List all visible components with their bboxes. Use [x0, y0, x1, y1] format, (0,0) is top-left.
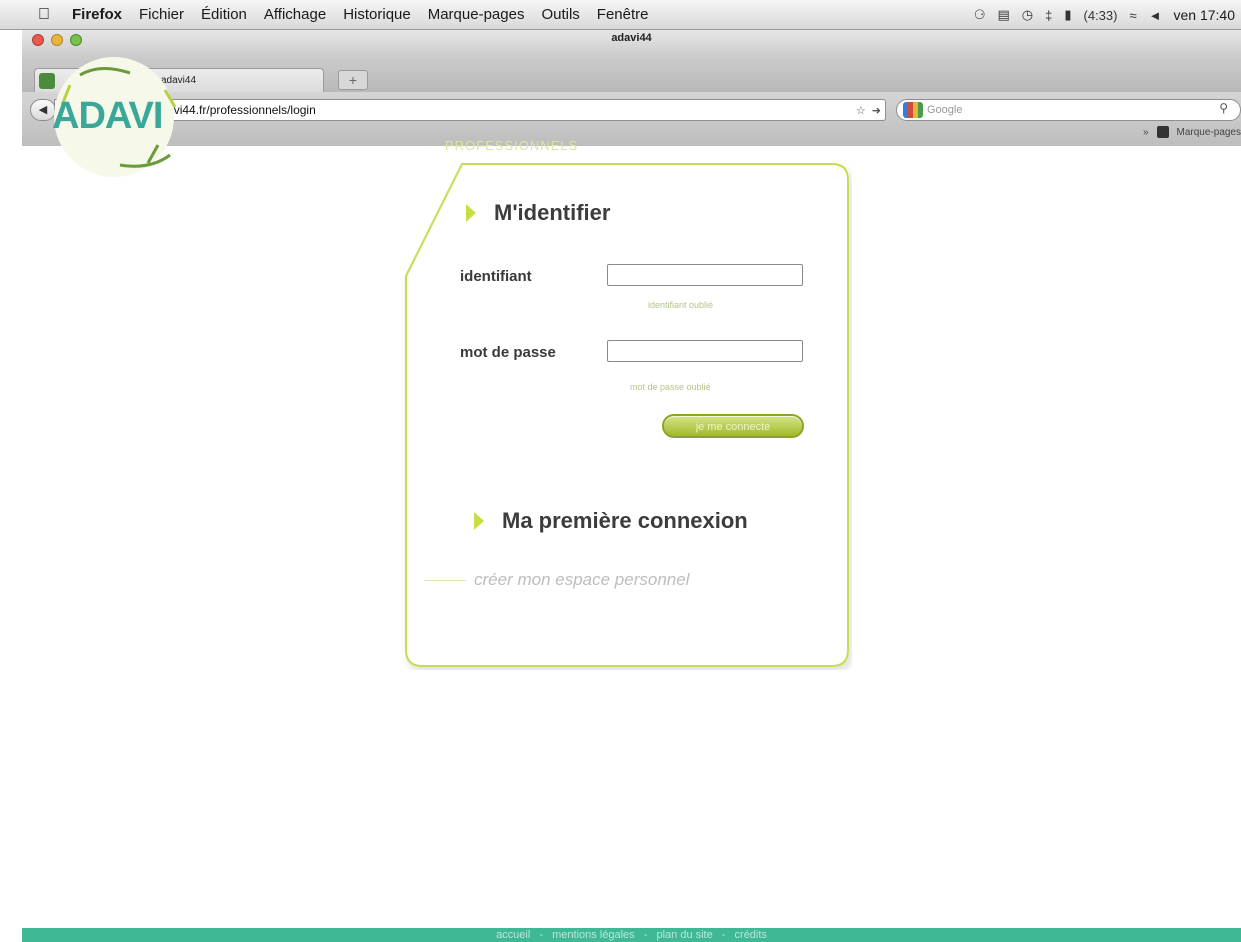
password-label: mot de passe	[460, 344, 556, 361]
first-connection-heading-text: Ma première connexion	[502, 508, 748, 533]
login-heading-text: M'identifier	[494, 200, 611, 225]
login-submit-button[interactable]: je me connecte	[662, 414, 804, 438]
google-icon[interactable]	[903, 102, 923, 118]
footer: accueil - mentions légales - plan du sit…	[22, 928, 1241, 942]
menu-edition[interactable]: Édition	[201, 6, 247, 23]
window-title: adavi44	[611, 32, 652, 44]
bookmarks-toggle-icon[interactable]: »	[1143, 127, 1149, 138]
menu-historique[interactable]: Historique	[343, 6, 411, 23]
search-placeholder: Google	[927, 104, 963, 116]
adavi-logo[interactable]: ADAVI	[40, 45, 190, 185]
create-account-link[interactable]: créer mon espace personnel	[474, 570, 689, 590]
time-machine-icon[interactable]: ◷	[1022, 7, 1033, 23]
identifiant-label: identifiant	[460, 268, 532, 285]
battery-time: (4:33)	[1083, 7, 1118, 23]
wifi-icon[interactable]: ≈	[1129, 8, 1136, 23]
menu-marque-pages[interactable]: Marque-pages	[428, 6, 525, 23]
password-forgot-link[interactable]: mot de passe oublié	[630, 382, 711, 392]
section-label: PROFESSIONNELS	[445, 138, 579, 153]
url-actions: ☆ ➜	[856, 100, 881, 120]
footer-link-credits[interactable]: crédits	[735, 929, 767, 941]
heading-arrow-icon	[466, 204, 476, 222]
heading-arrow-icon	[474, 512, 484, 530]
sync-icon[interactable]: ⚆	[974, 7, 986, 23]
bluetooth-icon[interactable]: ‡	[1045, 8, 1052, 23]
status-tray: ⚆ ▤ ◷ ‡ ▮ (4:33) ≈ ◄ ven 17:40	[974, 0, 1235, 30]
menu-fichier[interactable]: Fichier	[139, 6, 184, 23]
footer-link-accueil[interactable]: accueil	[496, 929, 530, 941]
menu-affichage[interactable]: Affichage	[264, 6, 326, 23]
search-bar[interactable]: Google ⚲	[896, 99, 1241, 121]
go-arrow-icon[interactable]: ➜	[872, 104, 881, 117]
footer-link-mentions[interactable]: mentions légales	[552, 929, 635, 941]
system-menubar:  Firefox Fichier Édition Affichage Hist…	[0, 0, 1241, 30]
link-dash	[424, 580, 466, 581]
new-tab-button[interactable]: +	[338, 70, 368, 90]
first-connection-heading: Ma première connexion	[474, 508, 748, 534]
menu-fenetre[interactable]: Fenêtre	[597, 6, 649, 23]
footer-link-plan[interactable]: plan du site	[656, 929, 712, 941]
footer-separator: -	[643, 929, 648, 941]
footer-separator: -	[721, 929, 726, 941]
logo-text: ADAVI	[52, 95, 163, 137]
clipboard-icon[interactable]: ▤	[997, 7, 1009, 23]
identifiant-input[interactable]	[607, 264, 803, 286]
bookmarks-button[interactable]: Marque-pages	[1177, 127, 1241, 138]
bookmarks-bar: » Marque-pages	[1143, 126, 1241, 138]
url-bar[interactable]: www.adavi44.fr/professionnels/login ☆ ➜	[86, 99, 886, 121]
login-heading: M'identifier	[466, 200, 610, 226]
clock[interactable]: ven 17:40	[1174, 7, 1236, 23]
tab-strip: adavi44 +	[22, 62, 1241, 92]
menu-app-firefox[interactable]: Firefox	[72, 6, 122, 23]
password-input[interactable]	[607, 340, 803, 362]
search-icon[interactable]: ⚲	[1219, 101, 1228, 115]
bookmark-star-icon[interactable]: ☆	[856, 104, 866, 117]
menu-outils[interactable]: Outils	[541, 6, 579, 23]
battery-icon[interactable]: ▮	[1064, 7, 1071, 23]
bookmarks-icon	[1156, 126, 1169, 138]
window-titlebar: adavi44	[22, 30, 1241, 62]
volume-icon[interactable]: ◄	[1149, 8, 1162, 23]
footer-separator: -	[539, 929, 544, 941]
apple-icon[interactable]: 	[38, 6, 58, 24]
identifiant-forgot-link[interactable]: identifiant oublié	[648, 300, 713, 310]
navigation-toolbar: ◀ ▶ www.adavi44.fr/professionnels/login …	[22, 92, 1241, 146]
